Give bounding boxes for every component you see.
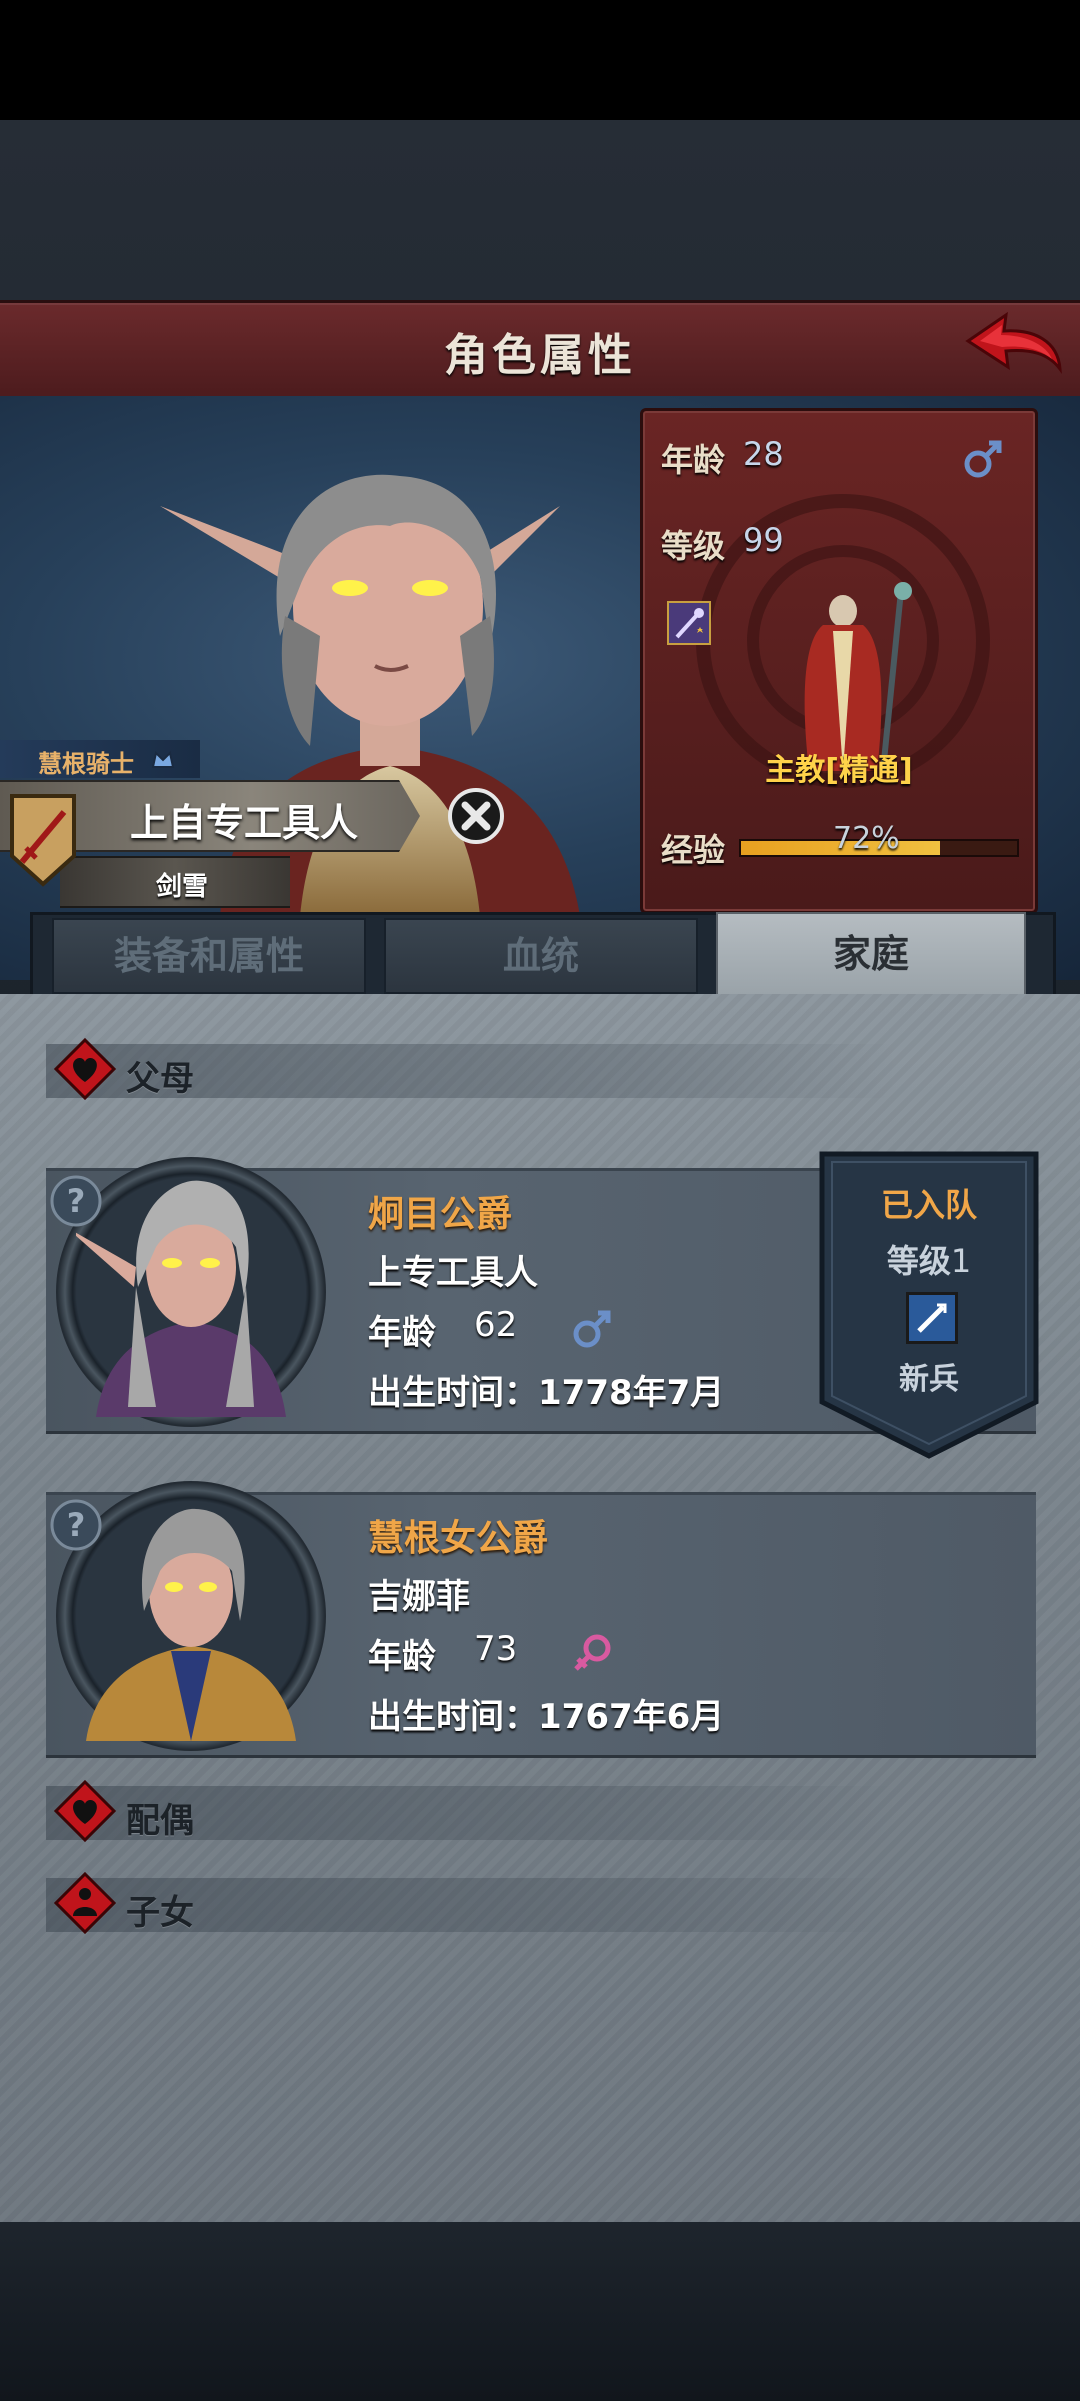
svg-text:?: ? [67,1506,86,1544]
section-parents-title: 父母 [126,1059,194,1099]
tab-bloodline[interactable]: 血统 [384,918,698,994]
tab-equipment-attributes[interactable]: 装备和属性 [52,918,366,994]
help-question-icon[interactable]: ? [46,1171,106,1231]
close-icon [448,788,504,844]
parent-card-mother[interactable]: ? 慧根女公爵 吉娜菲 年龄 73 出生时间：1767年6月 [46,1481,1036,1758]
close-button[interactable] [446,786,506,846]
sword-icon [917,1303,947,1333]
recruit-skill-icon [906,1292,958,1344]
shield-sword-icon [10,794,76,887]
father-age-label: 年龄 [368,1313,436,1353]
tab-family[interactable]: 家庭 [716,912,1026,996]
heart-icon [54,1780,116,1842]
section-parents: 父母 [46,1038,896,1100]
party-level: 等级1 [818,1236,1040,1282]
class-name: 主教[精通] [765,753,913,788]
rank-tag: 慧根骑士 [0,740,200,778]
sub-name-banner: 剑雪 [60,856,290,908]
level-value: 99 [743,521,784,559]
staff-icon [675,608,704,639]
rank-tag-label: 慧根骑士 [38,750,134,778]
svg-text:?: ? [67,1182,86,1220]
age-value: 28 [743,435,784,473]
section-spouse: 配偶 [46,1780,896,1842]
mother-age-label: 年龄 [368,1637,436,1677]
father-birth: 出生时间：1778年7月 [368,1373,725,1413]
back-button[interactable] [960,307,1070,387]
father-title: 上专工具人 [368,1253,538,1293]
rank-crown-icon [151,750,175,768]
mother-birth: 出生时间：1767年6月 [368,1697,725,1737]
mother-portrait [86,1508,296,1741]
stats-panel: 年龄 28 等级 99 主教[精通] 经验 72% [640,408,1038,914]
party-role: 新兵 [899,1362,959,1397]
male-gender-icon [964,440,1002,478]
class-skill-icon[interactable] [667,601,711,645]
level-label: 等级 [661,527,726,565]
status-bar-area [0,0,1080,120]
section-spouse-title: 配偶 [126,1801,194,1841]
section-children-title: 子女 [126,1893,194,1933]
heart-icon [54,1038,116,1100]
bottom-band [0,2222,1080,2401]
mother-age-value: 73 [474,1629,518,1669]
party-badge: 已入队 等级1 新兵 [818,1150,1040,1462]
help-question-icon[interactable]: ? [46,1495,106,1555]
character-sub-name: 剑雪 [156,872,209,902]
male-gender-icon [573,1310,611,1348]
page-title: 角色属性 [444,330,636,381]
female-gender-icon [574,1634,611,1671]
title-bar: 角色属性 [0,300,1080,402]
mother-title: 吉娜菲 [368,1577,470,1617]
father-name: 炯目公爵 [368,1194,513,1235]
party-level-value: 1 [950,1242,972,1280]
exp-value: 72% [833,821,900,856]
back-arrow-icon [965,311,1062,374]
mother-name: 慧根女公爵 [368,1518,549,1559]
father-age-value: 62 [474,1305,518,1345]
age-label: 年龄 [661,441,726,479]
exp-label: 经验 [661,831,726,869]
party-status: 已入队 [880,1186,977,1224]
character-name: 上自专工具人 [130,801,359,845]
father-portrait [76,1180,286,1417]
section-children: 子女 [46,1872,896,1934]
child-icon [54,1872,116,1934]
party-level-label: 等级 [886,1242,951,1280]
